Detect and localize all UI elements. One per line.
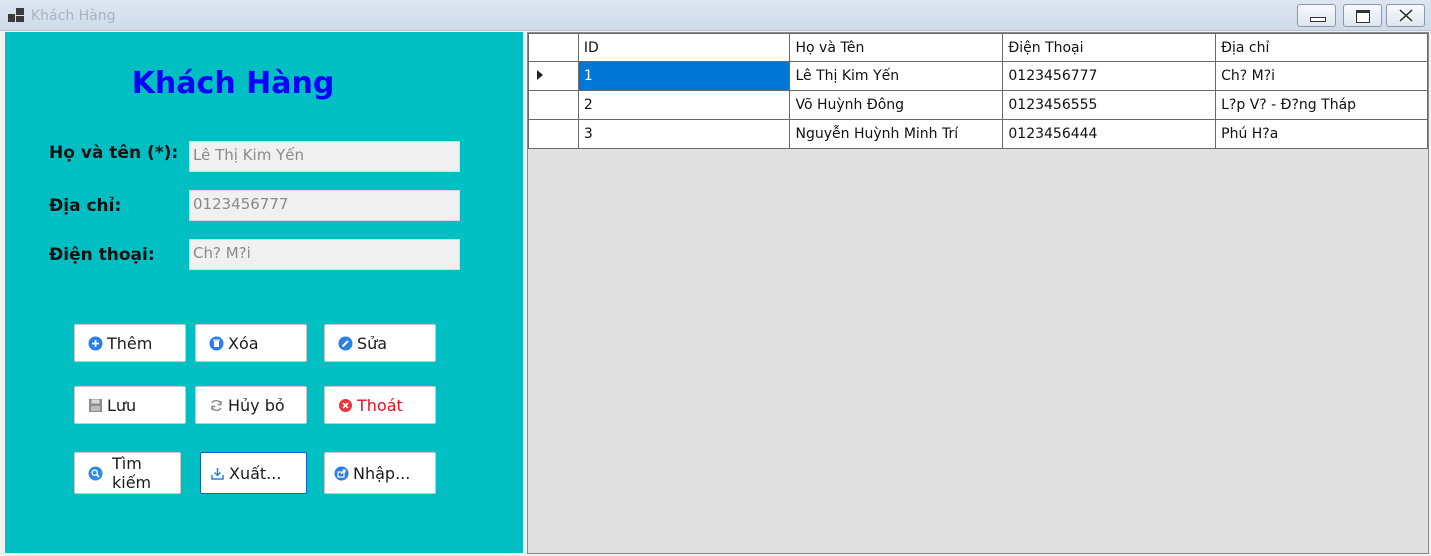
refresh-icon <box>209 398 224 413</box>
row-header-corner[interactable] <box>528 33 579 62</box>
download-icon <box>210 466 225 481</box>
delete-button-label: Xóa <box>228 333 259 353</box>
plus-icon <box>88 336 103 351</box>
save-button-label: Lưu <box>107 395 137 415</box>
customer-form-panel: Khách Hàng Họ và tên (*): Lê Thị Kim Yến… <box>5 32 523 553</box>
cancel-button[interactable]: Hủy bỏ <box>195 386 307 424</box>
trash-icon <box>209 336 224 351</box>
import-button-label: Nhập... <box>353 463 411 483</box>
current-row-arrow-icon <box>537 70 543 80</box>
table-row[interactable]: 1 Lê Thị Kim Yến 0123456777 Ch? M?i <box>528 61 1428 91</box>
cell-address[interactable]: Ch? M?i <box>1215 61 1428 91</box>
address-input[interactable]: 0123456777 <box>189 190 460 221</box>
name-label: Họ và tên (*): <box>49 143 179 163</box>
cell-name[interactable]: Võ Huỳnh Đông <box>789 90 1004 120</box>
table-row[interactable]: 3 Nguyễn Huỳnh Minh Trí 0123456444 Phú H… <box>528 119 1428 149</box>
cell-address[interactable]: L?p V? - Đ?ng Tháp <box>1215 90 1428 120</box>
cell-name[interactable]: Nguyễn Huỳnh Minh Trí <box>789 119 1004 149</box>
phone-label: Điện thoại: <box>49 245 155 265</box>
search-button-label: Tìm kiếm <box>112 454 152 492</box>
table-header-row: ID Họ và Tên Điện Thoại Địa chỉ <box>528 33 1428 62</box>
edit-button-label: Sửa <box>357 333 388 353</box>
add-button[interactable]: Thêm <box>74 324 186 362</box>
column-header-phone[interactable]: Điện Thoại <box>1002 33 1217 62</box>
minimize-button[interactable] <box>1297 4 1336 27</box>
title-bar: Khách Hàng <box>0 0 1431 31</box>
import-icon <box>334 466 349 481</box>
phone-input[interactable]: Ch? M?i <box>189 239 460 270</box>
cell-phone[interactable]: 0123456777 <box>1002 61 1217 91</box>
search-icon <box>88 466 103 481</box>
close-button[interactable] <box>1386 4 1425 27</box>
floppy-disk-icon <box>88 398 103 413</box>
cell-id[interactable]: 2 <box>577 90 791 120</box>
row-header[interactable] <box>528 61 579 91</box>
form-heading: Khách Hàng <box>131 66 335 101</box>
export-button-label: Xuất... <box>229 463 282 483</box>
close-circle-icon <box>338 398 353 413</box>
app-icon[interactable] <box>8 8 24 22</box>
cell-address[interactable]: Phú H?a <box>1215 119 1428 149</box>
cell-phone[interactable]: 0123456444 <box>1002 119 1217 149</box>
save-button[interactable]: Lưu <box>74 386 186 424</box>
name-input[interactable]: Lê Thị Kim Yến <box>189 141 460 172</box>
address-label: Địa chỉ: <box>49 196 122 216</box>
cell-id[interactable]: 1 <box>577 61 791 91</box>
export-button[interactable]: Xuất... <box>200 452 307 494</box>
add-button-label: Thêm <box>107 333 153 353</box>
exit-button[interactable]: Thoát <box>324 386 436 424</box>
exit-button-label: Thoát <box>357 395 403 415</box>
cell-phone[interactable]: 0123456555 <box>1002 90 1217 120</box>
edit-button[interactable]: Sửa <box>324 324 436 362</box>
column-header-name[interactable]: Họ và Tên <box>789 33 1004 62</box>
import-button[interactable]: Nhập... <box>324 452 436 494</box>
delete-button[interactable]: Xóa <box>195 324 307 362</box>
cancel-button-label: Hủy bỏ <box>228 395 285 415</box>
customer-table: ID Họ và Tên Điện Thoại Địa chỉ 1 Lê Thị… <box>528 33 1428 149</box>
cell-id[interactable]: 3 <box>577 119 791 149</box>
maximize-button[interactable] <box>1343 4 1382 27</box>
row-header[interactable] <box>528 90 579 120</box>
cell-name[interactable]: Lê Thị Kim Yến <box>789 61 1004 91</box>
customer-grid[interactable]: ID Họ và Tên Điện Thoại Địa chỉ 1 Lê Thị… <box>527 32 1429 554</box>
column-header-id[interactable]: ID <box>577 33 791 62</box>
window-title: Khách Hàng <box>31 8 116 24</box>
table-row[interactable]: 2 Võ Huỳnh Đông 0123456555 L?p V? - Đ?ng… <box>528 90 1428 120</box>
row-header[interactable] <box>528 119 579 149</box>
search-button[interactable]: Tìm kiếm <box>74 452 181 494</box>
pencil-icon <box>338 336 353 351</box>
column-header-address[interactable]: Địa chỉ <box>1215 33 1428 62</box>
close-icon <box>1398 8 1414 23</box>
